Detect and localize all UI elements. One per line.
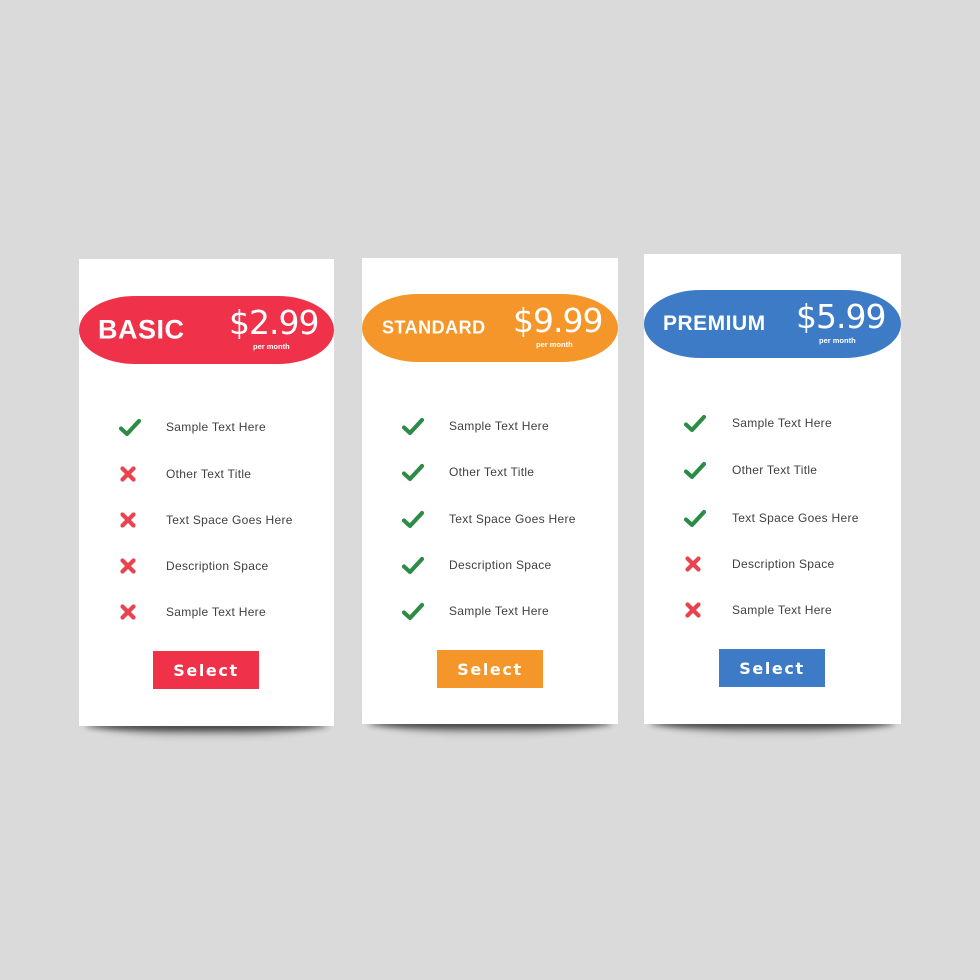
- check-icon: [401, 417, 425, 437]
- feature-label: Text Space Goes Here: [166, 513, 293, 527]
- plan-name: BASIC: [98, 314, 185, 345]
- check-icon: [118, 418, 142, 438]
- plan-name: PREMIUM: [663, 312, 766, 335]
- pricing-card-standard: STANDARD $9.99 per month Sample Text Her…: [362, 258, 618, 724]
- feature-item: Sample Text Here: [79, 418, 334, 438]
- feature-item: Other Text Title: [644, 461, 901, 481]
- pricing-card-basic: BASIC $2.99 per month Sample Text Here Ot…: [79, 259, 334, 726]
- feature-label: Other Text Title: [166, 467, 252, 481]
- check-icon: [401, 556, 425, 576]
- feature-label: Sample Text Here: [166, 420, 266, 434]
- plan-banner: BASIC $2.99 per month: [79, 296, 334, 364]
- plan-period: per month: [819, 336, 856, 345]
- plan-period: per month: [253, 342, 290, 351]
- plan-price: $9.99: [513, 301, 603, 340]
- feature-item: Sample Text Here: [79, 603, 334, 623]
- select-button-premium[interactable]: Select: [719, 649, 825, 687]
- feature-label: Sample Text Here: [166, 605, 266, 619]
- feature-label: Description Space: [732, 557, 835, 571]
- feature-label: Other Text Title: [449, 465, 535, 479]
- feature-label: Sample Text Here: [449, 604, 549, 618]
- feature-item: Sample Text Here: [362, 417, 618, 437]
- feature-label: Other Text Title: [732, 463, 818, 477]
- cross-icon: [684, 601, 706, 621]
- plan-price: $5.99: [796, 297, 886, 336]
- feature-item: Text Space Goes Here: [644, 509, 901, 529]
- cross-icon: [684, 555, 706, 575]
- feature-label: Sample Text Here: [449, 419, 549, 433]
- check-icon: [401, 510, 425, 530]
- select-button-basic[interactable]: Select: [153, 651, 259, 689]
- feature-item: Description Space: [362, 556, 618, 576]
- plan-banner: PREMIUM $5.99 per month: [644, 290, 901, 358]
- feature-item: Other Text Title: [79, 465, 334, 485]
- feature-label: Description Space: [449, 558, 552, 572]
- plan-price: $2.99: [229, 303, 319, 342]
- feature-label: Sample Text Here: [732, 416, 832, 430]
- feature-label: Text Space Goes Here: [449, 512, 576, 526]
- feature-item: Sample Text Here: [362, 602, 618, 622]
- feature-item: Text Space Goes Here: [362, 510, 618, 530]
- check-icon: [683, 414, 707, 434]
- plan-name: STANDARD: [382, 317, 486, 338]
- cross-icon: [119, 557, 141, 577]
- feature-item: Description Space: [79, 557, 334, 577]
- cross-icon: [119, 511, 141, 531]
- feature-item: Sample Text Here: [644, 414, 901, 434]
- check-icon: [683, 509, 707, 529]
- feature-item: Sample Text Here: [644, 601, 901, 621]
- feature-item: Other Text Title: [362, 463, 618, 483]
- check-icon: [683, 461, 707, 481]
- cross-icon: [119, 603, 141, 623]
- feature-label: Description Space: [166, 559, 269, 573]
- plan-period: per month: [536, 340, 573, 349]
- check-icon: [401, 602, 425, 622]
- feature-item: Text Space Goes Here: [79, 511, 334, 531]
- feature-label: Sample Text Here: [732, 603, 832, 617]
- pricing-card-premium: PREMIUM $5.99 per month Sample Text Here…: [644, 254, 901, 724]
- feature-item: Description Space: [644, 555, 901, 575]
- check-icon: [401, 463, 425, 483]
- plan-banner: STANDARD $9.99 per month: [362, 294, 618, 362]
- feature-label: Text Space Goes Here: [732, 511, 859, 525]
- select-button-standard[interactable]: Select: [437, 650, 543, 688]
- cross-icon: [119, 465, 141, 485]
